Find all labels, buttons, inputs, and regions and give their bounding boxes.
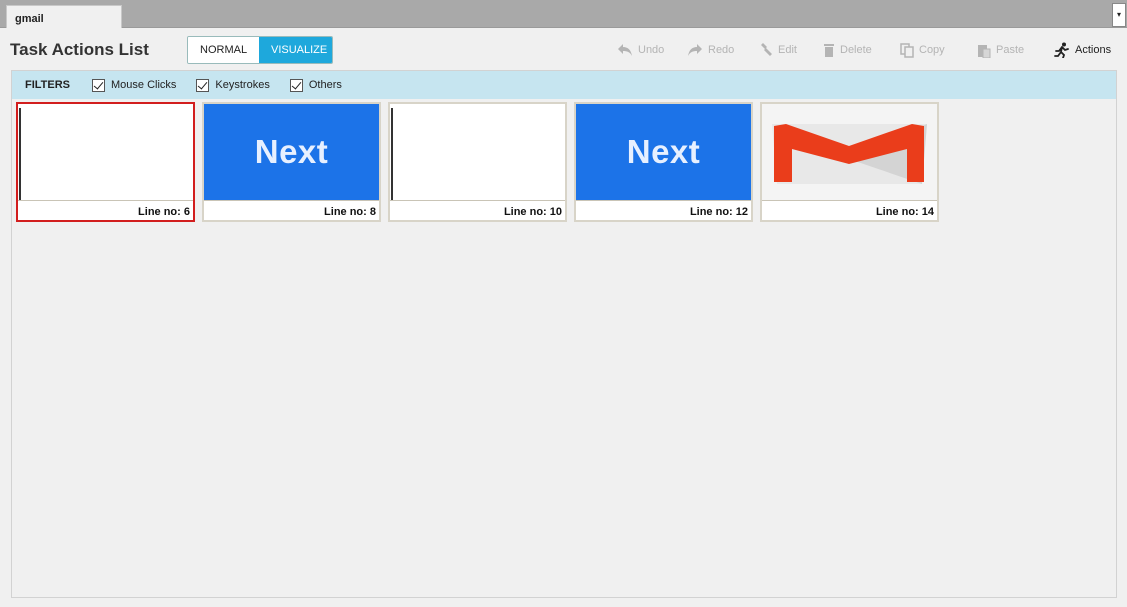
copy-button[interactable]: Copy <box>900 40 945 60</box>
line-number-label: Line no: 8 <box>324 206 376 218</box>
tab-dropdown-button[interactable]: ▾ <box>1112 3 1126 27</box>
filter-mouse-clicks[interactable]: Mouse Clicks <box>92 78 177 92</box>
next-button-thumbnail-text: Next <box>626 133 701 170</box>
action-thumbnail <box>762 104 937 201</box>
paste-label: Paste <box>996 44 1025 56</box>
action-card-line-12[interactable]: Next Line no: 12 <box>574 102 753 222</box>
paste-icon <box>978 44 991 58</box>
filters-bar: FILTERS Mouse Clicks Keystrokes Others <box>12 71 1116 99</box>
wrench-icon <box>761 43 772 56</box>
delete-label: Delete <box>840 44 872 56</box>
paste-button[interactable]: Paste <box>977 40 1024 60</box>
keystrokes-checkbox[interactable] <box>196 78 210 92</box>
line-number-label: Line no: 10 <box>503 206 562 218</box>
next-button-thumbnail-text: Next <box>254 133 329 170</box>
action-card-line-6[interactable]: Line no: 6 <box>16 102 195 222</box>
tab-label: gmail <box>15 13 44 25</box>
tab-bar: gmail ▾ <box>0 0 1127 28</box>
toolbar: Undo Redo Edit Delete Copy Paste Actions <box>0 40 1127 60</box>
line-number-label: Line no: 14 <box>875 206 934 218</box>
redo-button[interactable]: Redo <box>687 40 734 60</box>
edit-label: Edit <box>778 44 797 56</box>
action-thumbnail <box>390 104 565 201</box>
running-man-icon <box>1054 42 1069 58</box>
filter-others[interactable]: Others <box>289 78 342 92</box>
undo-label: Undo <box>638 44 665 56</box>
edit-button[interactable]: Edit <box>759 40 797 60</box>
line-number-label: Line no: 12 <box>689 206 748 218</box>
filter-label: Keystrokes <box>215 79 270 91</box>
copy-label: Copy <box>919 44 945 56</box>
tab-gmail[interactable]: gmail <box>6 5 122 28</box>
action-thumbnail: Next <box>204 104 379 201</box>
action-card-line-10[interactable]: Line no: 10 <box>388 102 567 222</box>
line-number-label: Line no: 6 <box>138 206 190 218</box>
trash-icon <box>824 44 834 57</box>
redo-label: Redo <box>708 44 735 56</box>
mouse-clicks-checkbox[interactable] <box>92 78 106 92</box>
delete-button[interactable]: Delete <box>823 40 872 60</box>
filter-label: Mouse Clicks <box>111 79 177 91</box>
filter-label: Others <box>308 79 342 91</box>
action-thumbnail: Next <box>576 104 751 201</box>
copy-icon <box>900 42 914 58</box>
actions-label: Actions <box>1075 44 1112 56</box>
chevron-down-icon: ▾ <box>1116 10 1121 19</box>
redo-icon <box>688 44 702 56</box>
gmail-logo-icon <box>772 124 927 184</box>
actions-button[interactable]: Actions <box>1054 40 1111 60</box>
action-thumbnail <box>18 104 193 201</box>
filters-label: FILTERS <box>25 79 71 91</box>
action-card-line-14[interactable]: Line no: 14 <box>760 102 939 222</box>
action-card-line-8[interactable]: Next Line no: 8 <box>202 102 381 222</box>
undo-icon <box>618 44 632 56</box>
filter-keystrokes[interactable]: Keystrokes <box>196 78 270 92</box>
others-checkbox[interactable] <box>289 78 303 92</box>
undo-button[interactable]: Undo <box>617 40 664 60</box>
